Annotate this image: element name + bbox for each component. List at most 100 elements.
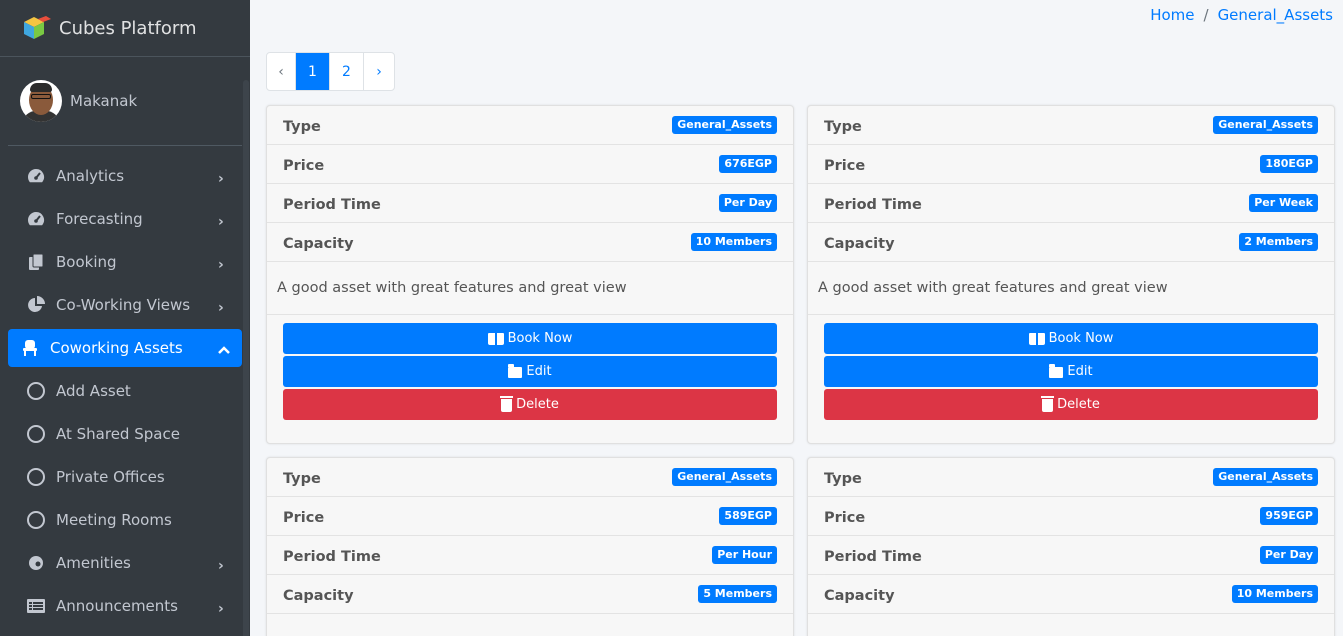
asset-description: A good asset with great features and gre…	[267, 262, 793, 315]
price-label: Price	[824, 158, 866, 174]
asset-card: Type General_Assets Price 676EGP Period …	[266, 105, 794, 444]
user-name[interactable]: Makanak	[70, 92, 137, 110]
edit-label: Edit	[526, 364, 552, 379]
chevron-right-icon: ›	[218, 257, 224, 273]
book-open-icon	[487, 332, 504, 345]
price-badge: 676EGP	[719, 155, 777, 173]
capacity-label: Capacity	[824, 588, 895, 604]
chevron-right-icon: ›	[218, 214, 224, 230]
sidebar-item-amenities[interactable]: Amenities ›	[8, 544, 242, 582]
sidebar-item-label: Coworking Assets	[50, 339, 183, 357]
sidebar-item-label: At Shared Space	[56, 425, 180, 443]
period-label: Period Time	[283, 197, 381, 213]
trash-icon	[1041, 396, 1055, 412]
sidebar: Cubes Platform Makanak Analytics › Forec…	[0, 0, 250, 636]
price-badge: 180EGP	[1260, 155, 1318, 173]
asset-type-row: Type General_Assets	[808, 458, 1334, 497]
sidebar-item-announcements[interactable]: Announcements ›	[8, 587, 242, 625]
breadcrumb-home-link[interactable]: Home	[1150, 6, 1194, 24]
pagination-page-2[interactable]: 2	[330, 53, 364, 90]
sidebar-item-analytics[interactable]: Analytics ›	[8, 157, 242, 195]
chevron-right-icon: ›	[218, 171, 224, 187]
period-label: Period Time	[824, 549, 922, 565]
brand-logo	[20, 12, 52, 44]
tachometer-icon	[26, 167, 46, 185]
asset-card: Type General_Assets Price 589EGP Period …	[266, 457, 794, 636]
delete-label: Delete	[516, 397, 559, 412]
sidebar-item-private-offices[interactable]: Private Offices	[8, 458, 242, 496]
brand-link[interactable]: Cubes Platform	[0, 0, 250, 57]
sidebar-item-at-shared-space[interactable]: At Shared Space	[8, 415, 242, 453]
asset-description: A good asset with great features and gre…	[808, 262, 1334, 315]
edit-button[interactable]: Edit	[283, 356, 777, 387]
tachometer-icon	[26, 210, 46, 228]
sidebar-item-co-working-views[interactable]: Co-Working Views ›	[8, 286, 242, 324]
sidebar-item-coworking-assets[interactable]: Coworking Assets	[8, 329, 242, 367]
asset-price-row: Price 676EGP	[267, 145, 793, 184]
trash-icon	[500, 396, 514, 412]
chair-icon	[20, 339, 40, 357]
sidebar-item-meeting-rooms[interactable]: Meeting Rooms	[8, 501, 242, 539]
sidebar-item-label: Announcements	[56, 597, 178, 615]
price-label: Price	[283, 158, 325, 174]
edit-button[interactable]: Edit	[824, 356, 1318, 387]
period-label: Period Time	[824, 197, 922, 213]
period-badge: Per Day	[718, 194, 777, 212]
delete-button[interactable]: Delete	[824, 389, 1318, 420]
sidebar-item-label: Analytics	[56, 167, 125, 185]
capacity-badge: 10 Members	[1231, 585, 1318, 603]
user-panel[interactable]: Makanak	[8, 72, 242, 146]
pagination: ‹ 1 2 ›	[266, 52, 395, 91]
period-badge: Per Hour	[712, 546, 777, 564]
capacity-badge: 10 Members	[690, 233, 777, 251]
asset-capacity-row: Capacity 2 Members	[808, 223, 1334, 262]
sidebar-nav: Analytics › Forecasting › Booking › Co-W…	[0, 157, 250, 625]
asset-period-row: Period Time Per Week	[808, 184, 1334, 223]
book-now-button[interactable]: Book Now	[824, 323, 1318, 354]
sidebar-item-label: Co-Working Views	[56, 296, 191, 314]
pagination-next-button[interactable]: ›	[364, 53, 394, 90]
sidebar-item-label: Booking	[56, 253, 117, 271]
asset-period-row: Period Time Per Day	[808, 536, 1334, 575]
delete-button[interactable]: Delete	[283, 389, 777, 420]
sidebar-item-label: Private Offices	[56, 468, 165, 486]
capacity-badge: 5 Members	[698, 585, 777, 603]
book-now-button[interactable]: Book Now	[283, 323, 777, 354]
breadcrumb-separator: /	[1203, 6, 1209, 24]
delete-label: Delete	[1057, 397, 1100, 412]
book-open-icon	[1028, 332, 1045, 345]
circle-icon	[26, 425, 46, 443]
sidebar-item-add-asset[interactable]: Add Asset	[8, 372, 242, 410]
breadcrumb: Home / General_Assets	[1150, 6, 1333, 24]
pagination-page-1[interactable]: 1	[296, 53, 330, 90]
asset-capacity-row: Capacity 10 Members	[808, 575, 1334, 614]
sidebar-item-label: Amenities	[56, 554, 131, 572]
pagination-prev-button[interactable]: ‹	[267, 53, 296, 90]
brand-name: Cubes Platform	[59, 17, 197, 39]
asset-card: Type General_Assets Price 180EGP Period …	[807, 105, 1335, 444]
book-now-label: Book Now	[1048, 331, 1114, 346]
sidebar-item-booking[interactable]: Booking ›	[8, 243, 242, 281]
breadcrumb-current-link[interactable]: General_Assets	[1218, 6, 1333, 24]
type-badge: General_Assets	[1213, 468, 1318, 486]
asset-price-row: Price 589EGP	[267, 497, 793, 536]
list-icon	[26, 597, 46, 615]
price-badge: 589EGP	[719, 507, 777, 525]
sidebar-item-forecasting[interactable]: Forecasting ›	[8, 200, 242, 238]
capacity-label: Capacity	[283, 588, 354, 604]
type-label: Type	[283, 471, 321, 487]
period-label: Period Time	[283, 549, 381, 565]
pie-chart-icon	[26, 296, 46, 314]
asset-type-row: Type General_Assets	[267, 106, 793, 145]
capacity-label: Capacity	[824, 236, 895, 252]
type-badge: General_Assets	[672, 468, 777, 486]
asset-actions: Book Now Edit Delete	[808, 315, 1334, 420]
type-badge: General_Assets	[1213, 116, 1318, 134]
avatar[interactable]	[20, 79, 62, 122]
capacity-label: Capacity	[283, 236, 354, 252]
period-badge: Per Week	[1249, 194, 1318, 212]
chevron-right-icon: ›	[218, 601, 224, 617]
sidebar-scrollbar[interactable]	[243, 80, 249, 636]
circle-icon	[26, 468, 46, 486]
folder-icon	[508, 363, 523, 378]
